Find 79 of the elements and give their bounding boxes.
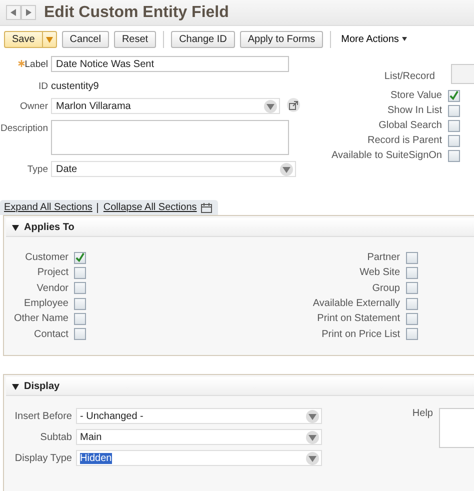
checkbox[interactable] [406,312,418,325]
field-label: Type [27,163,48,175]
collapse-icon[interactable] [12,224,19,230]
select-field[interactable]: Date [51,161,296,177]
option-label: Available to SuiteSignOn [332,150,442,161]
dropdown-icon[interactable] [306,452,319,464]
toolbar-button[interactable]: Change ID [171,30,235,48]
option-label: Partner [367,252,400,264]
caret-icon [46,36,53,42]
dropdown-icon[interactable] [280,162,293,176]
checkbox[interactable] [448,90,460,102]
option-label: Store Value [390,90,442,101]
checkbox[interactable] [406,298,418,310]
checkbox[interactable] [448,120,460,132]
checkbox[interactable] [74,312,86,325]
save-menu-button[interactable] [42,30,57,48]
option-label: Contact [34,328,68,340]
select-field[interactable]: Hidden [76,450,322,466]
toolbar-button[interactable]: Apply to Forms [240,30,324,48]
required-icon [18,60,25,67]
option-label: Group [372,282,400,294]
option-label: Employee [24,298,68,310]
field-label: Label [24,58,48,70]
option-label: Print on Statement [317,313,400,324]
popup-icon[interactable] [286,98,300,112]
select-field[interactable]: Marlon Villarama [51,98,280,114]
option-label: List/Record [384,71,435,82]
save-button[interactable]: Save [4,30,43,48]
checkbox[interactable] [448,134,460,146]
option-label: Project [37,267,68,278]
description-field[interactable] [51,120,289,155]
option-label: Vendor [36,282,68,294]
id-value: custentity9 [51,80,99,92]
section-title: Applies To [24,222,74,232]
forward-button[interactable] [21,5,36,20]
option-label: Available Externally [312,298,400,310]
checkbox[interactable] [448,104,460,116]
option-label: Other Name [14,313,68,324]
option-label: Global Search [378,120,442,131]
field-label: Description [0,122,48,134]
section-link[interactable]: Collapse All Sections [103,202,197,213]
checkbox[interactable] [406,252,418,264]
checkbox[interactable] [74,282,86,294]
toolbar-button[interactable]: Cancel [62,30,109,48]
select-field[interactable]: Main [76,429,322,445]
section-title: Display [24,380,60,392]
page-title: Edit Custom Entity Field [44,4,229,22]
option-label: Record is Parent [368,135,442,146]
list-record-field[interactable] [451,64,474,84]
select-field[interactable]: - Unchanged - [76,408,322,424]
checkbox[interactable] [406,266,418,279]
field-label: Help [412,408,433,421]
checkbox[interactable] [74,252,86,264]
option-label: Web Site [360,267,400,278]
checkbox[interactable] [448,150,460,162]
field-label: Insert Before [14,410,72,422]
field-label: Display Type [14,452,72,464]
collapse-icon[interactable] [12,382,19,390]
section-link[interactable]: Expand All Sections [4,202,92,213]
dropdown-icon[interactable] [306,410,319,422]
field-label: Owner [20,100,48,112]
field-label: Subtab [39,432,72,442]
option-label: Customer [25,252,68,264]
checkbox[interactable] [74,298,86,310]
checkbox[interactable] [406,328,418,340]
field-label: ID [38,80,48,92]
more-actions-menu[interactable]: More Actions [338,34,410,44]
checkbox[interactable] [74,328,86,340]
option-label: Print on Price List [322,328,400,340]
label-field[interactable]: Date Notice Was Sent [51,56,289,72]
dropdown-icon[interactable] [264,100,277,112]
checkbox[interactable] [74,266,86,279]
checkbox[interactable] [406,282,418,294]
dropdown-icon[interactable] [306,430,319,444]
caret-icon [402,37,407,41]
toolbar-button[interactable]: Reset [114,30,156,48]
back-button[interactable] [6,5,21,20]
help-field[interactable] [439,408,474,448]
option-label: Show In List [388,105,442,116]
